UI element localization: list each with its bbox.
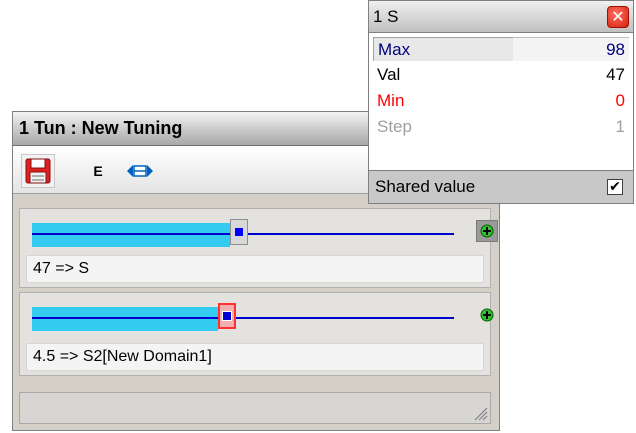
edit-button[interactable]: E: [81, 154, 115, 188]
edit-label: E: [93, 163, 103, 179]
status-bar: [19, 392, 491, 424]
slider-thumb[interactable]: [230, 219, 248, 245]
shared-value-label: Shared value: [375, 177, 476, 196]
variable-popup: 1 S ✕ Max 98 Val 47 Min 0 Step 1 Shared …: [368, 0, 634, 204]
slider-thumb-core: [235, 228, 243, 236]
min-label: Min: [377, 91, 405, 110]
add-button[interactable]: [476, 220, 498, 242]
parameter-label: 4.5 => S2[New Domain1]: [26, 343, 484, 371]
max-value[interactable]: 98: [513, 37, 629, 61]
expand-horizontal-button[interactable]: [123, 154, 157, 188]
plus-icon: [480, 224, 494, 238]
val-row: Val 47: [373, 63, 629, 89]
close-icon: ✕: [611, 9, 625, 26]
parameter-panel-s2: 4.5 => S2[New Domain1]: [19, 292, 494, 376]
popup-titlebar[interactable]: 1 S ✕: [369, 1, 633, 33]
save-button[interactable]: [21, 154, 55, 188]
step-row: Step 1: [373, 115, 629, 141]
slider-fill: [32, 307, 218, 331]
range-table: Max 98 Val 47 Min 0 Step 1: [373, 37, 629, 141]
min-value[interactable]: 0: [513, 89, 629, 113]
expand-horizontal-icon: [127, 165, 153, 177]
floppy-disk-icon: [25, 158, 51, 184]
slider-fill: [32, 223, 230, 247]
popup-title: 1 S: [373, 7, 399, 26]
val-label: Val: [377, 65, 401, 84]
resize-grip-icon[interactable]: [472, 405, 488, 421]
val-value[interactable]: 47: [513, 63, 629, 87]
parameter-label: 47 => S: [26, 255, 484, 283]
tuning-window-title: 1 Tun : New Tuning: [19, 118, 183, 138]
slider-thumb-core: [222, 311, 232, 321]
step-label: Step: [377, 117, 412, 136]
slider-thumb[interactable]: [218, 303, 236, 329]
close-button[interactable]: ✕: [607, 6, 629, 28]
max-label: Max: [373, 37, 513, 61]
shared-value-row: Shared value ✔: [369, 170, 633, 203]
parameter-panel-s: 47 => S: [19, 208, 498, 288]
min-row: Min 0: [373, 89, 629, 115]
step-value[interactable]: 1: [513, 115, 629, 139]
max-row: Max 98: [373, 37, 629, 63]
add-button[interactable]: [476, 304, 498, 326]
shared-value-checkbox[interactable]: ✔: [607, 179, 623, 195]
slider-track[interactable]: [32, 317, 454, 319]
plus-icon: [480, 308, 494, 322]
